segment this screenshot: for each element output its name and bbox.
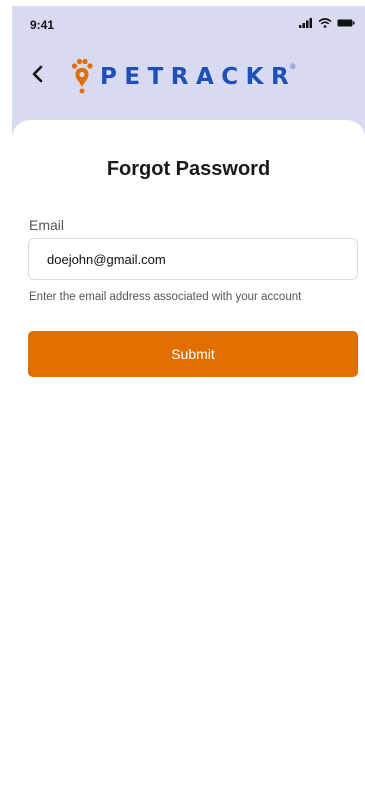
petrackr-logo: PETRACKR ® xyxy=(70,56,295,96)
submit-button[interactable]: Submit xyxy=(28,331,358,377)
wifi-icon xyxy=(318,18,332,28)
status-bar: 9:41 xyxy=(12,6,365,42)
email-label: Email xyxy=(29,217,65,233)
battery-icon xyxy=(337,19,355,27)
phone-screen: 9:41 PETRACKR ® Forgot Password Email do… xyxy=(12,6,365,787)
registered-mark: ® xyxy=(290,64,296,71)
signal-icon xyxy=(299,18,312,28)
email-helper-text: Enter the email address associated with … xyxy=(29,291,302,303)
status-time: 9:41 xyxy=(30,18,55,32)
back-button[interactable] xyxy=(26,62,50,86)
page-title: Forgot Password xyxy=(106,158,271,180)
app-header: PETRACKR ® xyxy=(12,56,365,100)
logo-wordmark: PETRACKR xyxy=(100,64,297,90)
status-icons xyxy=(299,18,355,28)
paw-pin-icon xyxy=(71,58,93,94)
forgot-password-card: Forgot Password Email Enter the email ad… xyxy=(12,120,365,787)
chevron-left-icon xyxy=(32,65,43,83)
email-field[interactable] xyxy=(28,238,358,280)
